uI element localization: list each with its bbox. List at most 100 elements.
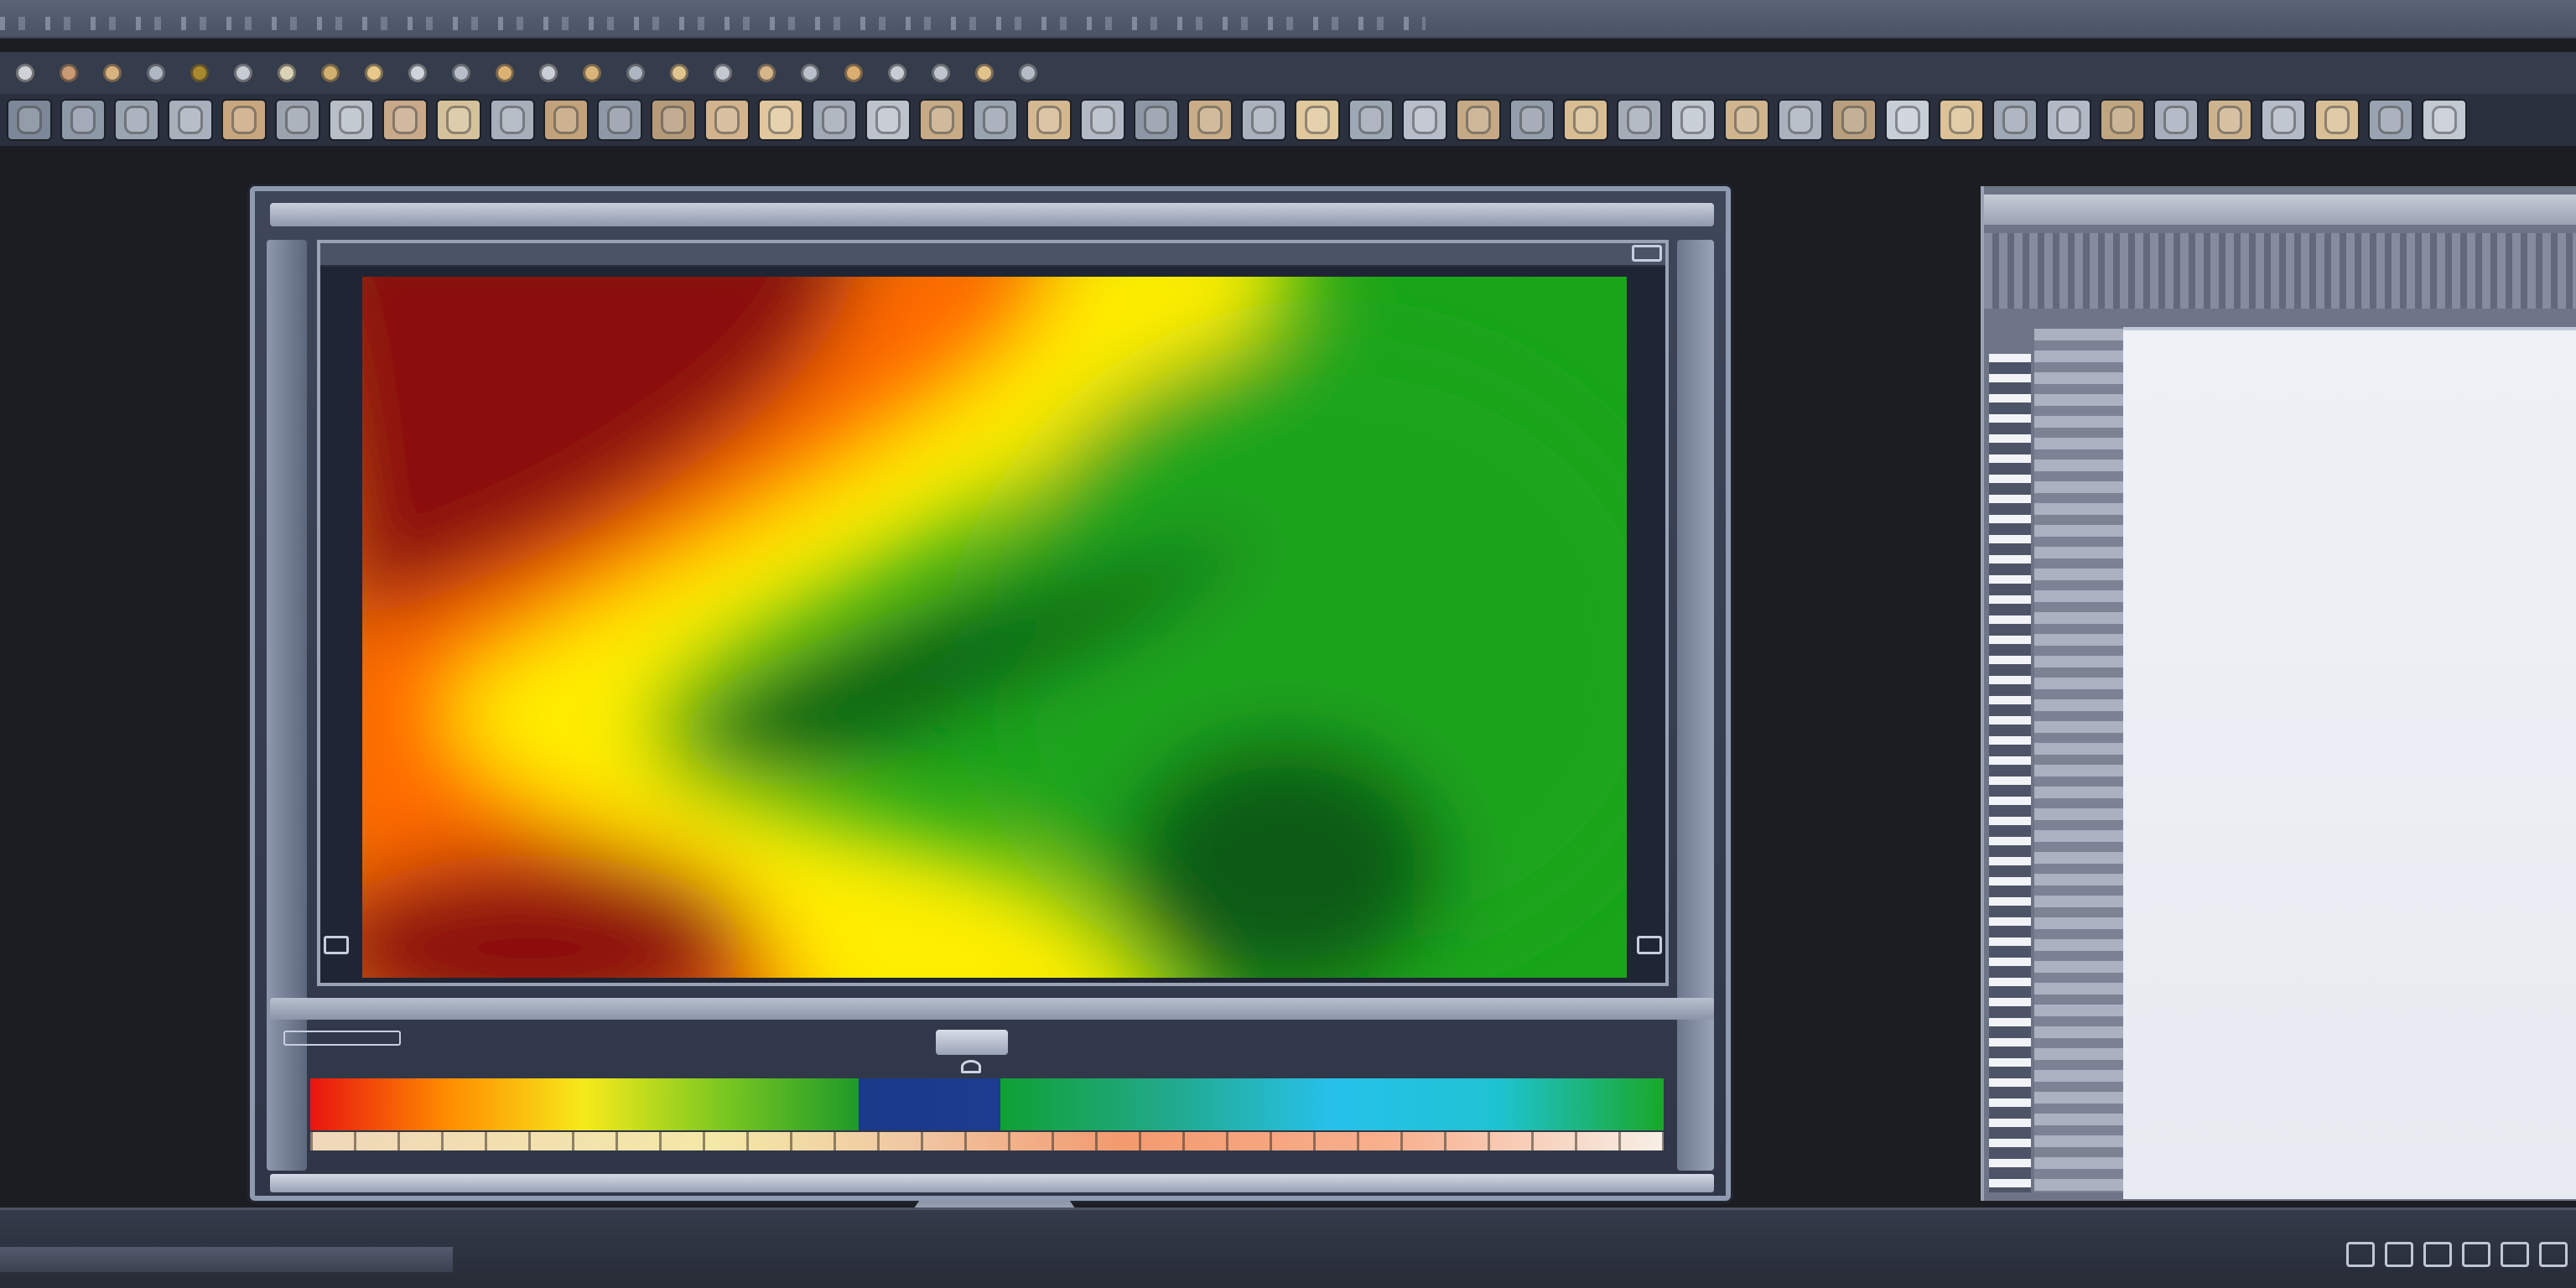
texture-tool-button[interactable]: [7, 99, 52, 141]
pattern-tool-button[interactable]: [597, 99, 642, 141]
pattern-tool-button[interactable]: [2422, 99, 2467, 141]
window-titlebar[interactable]: [270, 203, 1714, 226]
pattern-icon: [1197, 106, 1223, 134]
pattern-tool-button[interactable]: [329, 99, 374, 141]
window-controls-icon[interactable]: [1632, 245, 1662, 262]
shape-tool-button[interactable]: [619, 60, 652, 86]
pattern-tool-button[interactable]: [2100, 99, 2145, 141]
right-scroll-rail[interactable]: [1677, 240, 1714, 1171]
collapse-icon[interactable]: [1637, 936, 1662, 954]
pattern-tool-button[interactable]: [1187, 99, 1233, 141]
document-titlebar[interactable]: [1984, 195, 2576, 225]
layers-icon[interactable]: [2346, 1242, 2375, 1267]
pattern-tool-button[interactable]: [1939, 99, 1984, 141]
expand-icon[interactable]: [324, 936, 349, 954]
pattern-tool-button[interactable]: [2368, 99, 2413, 141]
pattern-tool-button[interactable]: [758, 99, 803, 141]
stamp-icon: [190, 64, 209, 82]
pattern-tool-button[interactable]: [1402, 99, 1447, 141]
pattern-tool-button[interactable]: [1134, 99, 1179, 141]
menu-bar-items[interactable]: [0, 17, 1426, 30]
brush-tool-button[interactable]: [8, 60, 42, 86]
pattern-tool-button[interactable]: [1080, 99, 1125, 141]
pattern-tool-button[interactable]: [919, 99, 964, 141]
pattern-tool-button[interactable]: [1509, 99, 1555, 141]
document-page[interactable]: [2123, 327, 2576, 1199]
heatmap-canvas[interactable]: [362, 277, 1627, 978]
settings-icon[interactable]: [2501, 1242, 2529, 1267]
pattern-tool-button[interactable]: [490, 99, 535, 141]
move-tool-button[interactable]: [444, 60, 478, 86]
note-tool-button[interactable]: [968, 60, 1001, 86]
slice-tool-button[interactable]: [880, 60, 914, 86]
stamp-tool-button[interactable]: [183, 60, 216, 86]
texture-tool-button[interactable]: [60, 99, 106, 141]
circle-tool-button[interactable]: [139, 60, 173, 86]
sponge-icon: [844, 64, 863, 82]
pattern-tool-button[interactable]: [1241, 99, 1286, 141]
fill-tool-button[interactable]: [575, 60, 609, 86]
pattern-tool-button[interactable]: [973, 99, 1018, 141]
text-tool-button[interactable]: [226, 60, 260, 86]
pattern-tool-button[interactable]: [1724, 99, 1769, 141]
pattern-icon: [929, 106, 954, 134]
horizontal-scroll-rail[interactable]: [270, 1174, 1714, 1192]
pattern-tool-button[interactable]: [2314, 99, 2360, 141]
pattern-icon: [1680, 106, 1706, 134]
pattern-tool-button[interactable]: [221, 99, 267, 141]
pattern-tool-button[interactable]: [1778, 99, 1823, 141]
pattern-tool-button[interactable]: [1295, 99, 1340, 141]
history-icon[interactable]: [2385, 1242, 2413, 1267]
pattern-tool-button[interactable]: [1563, 99, 1608, 141]
pattern-icon: [2217, 106, 2242, 134]
pattern-tool-button[interactable]: [382, 99, 428, 141]
dodge-tool-button[interactable]: [750, 60, 783, 86]
pattern-tool-button[interactable]: [1026, 99, 1072, 141]
texture-icon: [178, 106, 203, 134]
info-icon[interactable]: [2423, 1242, 2452, 1267]
pattern-tool-button[interactable]: [651, 99, 696, 141]
blur-tool-button[interactable]: [488, 60, 522, 86]
pen-tool-button[interactable]: [532, 60, 565, 86]
burn-tool-button[interactable]: [793, 60, 827, 86]
crop-tool-button[interactable]: [357, 60, 391, 86]
navigator-icon[interactable]: [2462, 1242, 2490, 1267]
pattern-tool-button[interactable]: [2046, 99, 2091, 141]
hand-icon: [321, 64, 340, 82]
pattern-tool-button[interactable]: [704, 99, 750, 141]
sponge-tool-button[interactable]: [837, 60, 870, 86]
pattern-tool-button[interactable]: [2207, 99, 2252, 141]
color-legend[interactable]: [310, 1078, 1664, 1166]
pattern-tool-button[interactable]: [436, 99, 481, 141]
texture-tool-button[interactable]: [114, 99, 159, 141]
pattern-tool-button[interactable]: [275, 99, 320, 141]
count-tool-button[interactable]: [1011, 60, 1045, 86]
heatmap-spot-cold-2: [1125, 738, 1444, 978]
texture-tool-button[interactable]: [168, 99, 213, 141]
pattern-tool-button[interactable]: [1992, 99, 2038, 141]
pattern-tool-button[interactable]: [812, 99, 857, 141]
pattern-tool-button[interactable]: [1456, 99, 1501, 141]
lasso-tool-button[interactable]: [96, 60, 129, 86]
pattern-tool-button[interactable]: [1670, 99, 1716, 141]
pattern-tool-button[interactable]: [1617, 99, 1662, 141]
status-bar: [0, 1208, 2576, 1288]
pattern-tool-button[interactable]: [865, 99, 911, 141]
legend-bar[interactable]: [310, 1078, 1664, 1130]
heal-tool-button[interactable]: [706, 60, 740, 86]
legend-segment: [310, 1078, 859, 1130]
pattern-tool-button[interactable]: [1831, 99, 1877, 141]
pattern-tool-button[interactable]: [1885, 99, 1930, 141]
pattern-tool-button[interactable]: [1348, 99, 1394, 141]
eraser-tool-button[interactable]: [52, 60, 86, 86]
pattern-tool-button[interactable]: [2153, 99, 2199, 141]
pattern-tool-button[interactable]: [543, 99, 589, 141]
gradient-tool-button[interactable]: [401, 60, 434, 86]
pattern-tool-button[interactable]: [2261, 99, 2306, 141]
zoom-tool-button[interactable]: [270, 60, 304, 86]
hand-tool-button[interactable]: [314, 60, 347, 86]
ruler-tool-button[interactable]: [924, 60, 958, 86]
dropper-tool-button[interactable]: [662, 60, 696, 86]
menu-bar[interactable]: [0, 0, 2576, 39]
help-icon[interactable]: [2539, 1242, 2568, 1267]
